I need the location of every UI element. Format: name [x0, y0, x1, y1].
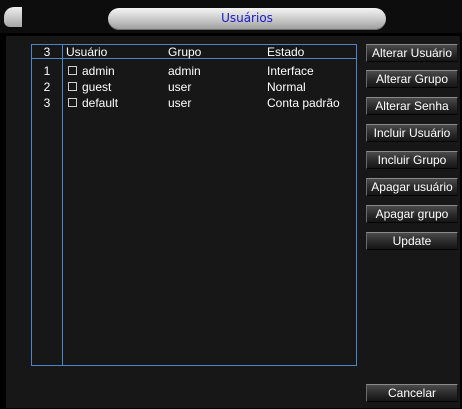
row-checkbox[interactable]	[68, 98, 77, 107]
dialog-title: Usuários	[221, 11, 273, 25]
row-index: 3	[43, 96, 51, 110]
update-button[interactable]: Update	[366, 232, 458, 250]
title-bar-corner-ornament	[4, 7, 22, 27]
table-row-user[interactable]: default	[82, 97, 118, 109]
table-row-user[interactable]: admin	[82, 65, 115, 77]
table-row-status: Interface	[267, 64, 314, 78]
row-checkbox[interactable]	[68, 82, 77, 91]
table-row-group: admin	[168, 64, 201, 78]
add-user-button[interactable]: Incluir Usuário	[366, 124, 458, 142]
alter-group-button[interactable]: Alterar Grupo	[366, 70, 458, 88]
table-row-group: user	[168, 96, 192, 110]
row-index: 2	[43, 80, 51, 94]
row-checkbox[interactable]	[68, 66, 77, 75]
alter-user-button[interactable]: Alterar Usuário	[366, 44, 458, 62]
column-header-group: Grupo	[168, 45, 202, 59]
delete-group-button[interactable]: Apagar grupo	[366, 205, 458, 223]
column-header-user: Usuário	[66, 45, 108, 59]
title-bar: Usuários	[0, 0, 462, 33]
cancel-button[interactable]: Cancelar	[366, 384, 458, 402]
title-pill: Usuários	[108, 8, 386, 30]
row-index: 1	[43, 64, 51, 78]
column-header-status: Estado	[267, 45, 305, 59]
alter-password-button[interactable]: Alterar Senha	[366, 97, 458, 115]
delete-user-button[interactable]: Apagar usuário	[366, 178, 458, 196]
table-index-divider	[62, 45, 63, 365]
table-row-user[interactable]: guest	[82, 81, 111, 93]
table-row-group: user	[168, 80, 192, 94]
users-table: 3 Usuário Grupo Estado 1 admin admin Int…	[31, 44, 357, 366]
add-group-button[interactable]: Incluir Grupo	[366, 151, 458, 169]
table-count: 3	[43, 45, 51, 59]
users-dialog: Usuários 3 Usuário Grupo Estado 1 admin …	[0, 0, 462, 409]
table-row-status: Conta padrão	[267, 96, 340, 110]
table-row-status: Normal	[267, 80, 306, 94]
